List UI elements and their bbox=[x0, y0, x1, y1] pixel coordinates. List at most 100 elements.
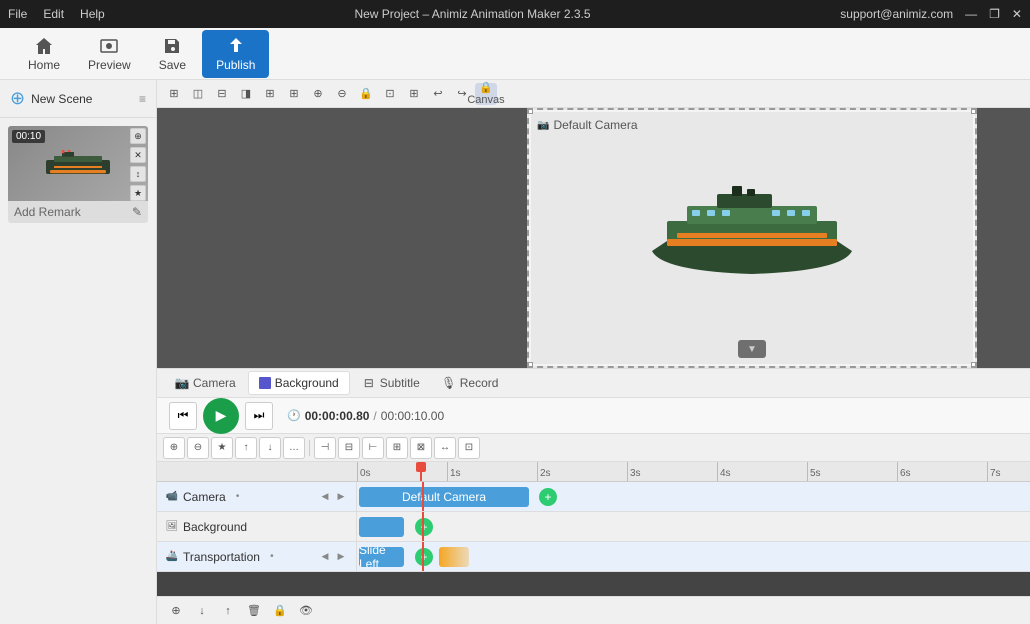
transportation-track-content: Slide Left + bbox=[357, 542, 1030, 571]
scene-controls: ⊕ ✕ ↕ ★ bbox=[130, 128, 146, 201]
footer-eye-btn[interactable]: 👁 bbox=[295, 600, 317, 622]
transport-track-menu[interactable]: • bbox=[264, 549, 280, 565]
transport-motion-clip[interactable] bbox=[439, 547, 469, 567]
icon-toolbar: ⊞ ◫ ⊟ ◨ ⊞ ⊞ ⊕ ⊖ 🔒 ⊡ ⊞ ↩ ↪ 🔒 Canvas bbox=[157, 80, 1030, 108]
prev-frame-btn[interactable]: ⏮ bbox=[169, 402, 197, 430]
new-scene-label: New Scene bbox=[31, 92, 92, 106]
footer-down-btn[interactable]: ↓ bbox=[191, 600, 213, 622]
tl-group-btn[interactable]: ⊡ bbox=[458, 437, 480, 459]
align-center-btn[interactable]: ⊟ bbox=[211, 83, 233, 105]
tl-star-btn[interactable]: ★ bbox=[211, 437, 233, 459]
scene-settings-btn[interactable]: ★ bbox=[130, 185, 146, 201]
tl-dist-v-btn[interactable]: ⊠ bbox=[410, 437, 432, 459]
tl-more-btn[interactable]: … bbox=[283, 437, 305, 459]
slide-left-clip[interactable]: Slide Left bbox=[359, 547, 404, 567]
tl-align-center-btn[interactable]: ⊟ bbox=[338, 437, 360, 459]
tab-background[interactable]: Background bbox=[248, 371, 350, 395]
ruler-1s: 1s bbox=[447, 462, 537, 481]
preview-button[interactable]: Preview bbox=[76, 32, 143, 76]
home-button[interactable]: Home bbox=[16, 32, 72, 76]
tl-up-btn[interactable]: ↑ bbox=[235, 437, 257, 459]
scene-delete-btn[interactable]: ✕ bbox=[130, 147, 146, 163]
scene-move-btn[interactable]: ↕ bbox=[130, 166, 146, 182]
restore-btn[interactable]: ❐ bbox=[989, 7, 1000, 21]
background-add-keyframe[interactable]: + bbox=[415, 518, 433, 536]
tab-camera[interactable]: 📷 Camera bbox=[165, 372, 246, 394]
scene-copy-btn[interactable]: ⊕ bbox=[130, 128, 146, 144]
track-row-transportation: 🚢 Transportation • ◀ ▶ Slide Left + bbox=[157, 542, 1030, 572]
edit-remark-icon[interactable]: ✎ bbox=[132, 205, 142, 219]
scroll-down-btn[interactable]: ▼ bbox=[738, 340, 766, 358]
tab-subtitle[interactable]: ⊟ Subtitle bbox=[352, 372, 430, 394]
menu-file[interactable]: File bbox=[8, 7, 27, 21]
main-content: ⊕ New Scene ≡ 00:10 ⊕ ✕ bbox=[0, 80, 1030, 624]
camera-track-content: Default Camera + bbox=[357, 482, 1030, 511]
tl-move-btn[interactable]: ↔ bbox=[434, 437, 456, 459]
lock-btn[interactable]: 🔒 bbox=[355, 83, 377, 105]
track-row-background: 🖼 Background + bbox=[157, 512, 1030, 542]
distribute-h-btn[interactable]: ⊞ bbox=[259, 83, 281, 105]
tl-align-left-btn[interactable]: ⊣ bbox=[314, 437, 336, 459]
footer-add-btn[interactable]: ⊕ bbox=[165, 600, 187, 622]
camera-add-keyframe[interactable]: + bbox=[539, 488, 557, 506]
menu-bar[interactable]: File Edit Help bbox=[8, 7, 105, 21]
ship-element[interactable] bbox=[642, 186, 862, 289]
track-label-background: 🖼 Background bbox=[157, 512, 357, 541]
track-row-camera: 📹 Camera • ◀ ▶ Default Camera + bbox=[157, 482, 1030, 512]
time-display: 🕐 00:00:00.80 / 00:00:10.00 bbox=[279, 409, 452, 423]
close-btn[interactable]: ✕ bbox=[1012, 7, 1022, 21]
background-track-name: Background bbox=[183, 520, 247, 534]
transport-track-left[interactable]: ◀ bbox=[318, 550, 332, 564]
publish-button[interactable]: Publish bbox=[202, 30, 269, 78]
ruler-6s: 6s bbox=[897, 462, 987, 481]
camera-clip[interactable]: Default Camera bbox=[359, 487, 529, 507]
tl-add-btn[interactable]: ⊕ bbox=[163, 437, 185, 459]
footer-lock-btn[interactable]: 🔒 bbox=[269, 600, 291, 622]
crop-btn[interactable]: ⊡ bbox=[379, 83, 401, 105]
camera-track-up[interactable]: ◀ bbox=[318, 490, 332, 504]
total-time: 00:00:10.00 bbox=[381, 409, 444, 423]
add-remark-area[interactable]: Add Remark ✎ bbox=[8, 201, 148, 223]
ruler-4s: 4s bbox=[717, 462, 807, 481]
tl-remove-btn[interactable]: ⊖ bbox=[187, 437, 209, 459]
tab-record[interactable]: 🎙 Record bbox=[432, 372, 509, 394]
menu-help[interactable]: Help bbox=[80, 7, 105, 21]
ruler-5s: 5s bbox=[807, 462, 897, 481]
save-button[interactable]: Save bbox=[147, 32, 198, 76]
align-right-btn[interactable]: ◨ bbox=[235, 83, 257, 105]
play-button[interactable]: ▶ bbox=[203, 398, 239, 434]
align-left-btn[interactable]: ◫ bbox=[187, 83, 209, 105]
duplicate-btn[interactable]: ⊞ bbox=[403, 83, 425, 105]
menu-edit[interactable]: Edit bbox=[43, 7, 64, 21]
camera-icon: 📷 bbox=[175, 376, 189, 390]
transportation-track-name: Transportation bbox=[183, 550, 260, 564]
transport-add-keyframe[interactable]: + bbox=[415, 548, 433, 566]
next-frame-btn[interactable]: ⏭ bbox=[245, 402, 273, 430]
transport-track-arrows: ◀ ▶ bbox=[318, 550, 348, 564]
minimize-btn[interactable]: — bbox=[965, 7, 977, 21]
zoom-out-btn[interactable]: ⊖ bbox=[331, 83, 353, 105]
canvas-container: 📷 Default Camera bbox=[157, 108, 1030, 368]
canvas-lock-btn[interactable]: 🔒 Canvas bbox=[475, 83, 497, 105]
tl-dist-h-btn[interactable]: ⊞ bbox=[386, 437, 408, 459]
tl-down-btn[interactable]: ↓ bbox=[259, 437, 281, 459]
transport-track-right[interactable]: ▶ bbox=[334, 550, 348, 564]
window-controls[interactable]: support@animiz.com — ❐ ✕ bbox=[840, 7, 1022, 21]
undo-btn[interactable]: ↩ bbox=[427, 83, 449, 105]
email-display: support@animiz.com bbox=[840, 7, 953, 21]
titlebar: File Edit Help New Project – Animiz Anim… bbox=[0, 0, 1030, 28]
background-clip[interactable] bbox=[359, 517, 404, 537]
footer-up-btn[interactable]: ↑ bbox=[217, 600, 239, 622]
footer-delete-btn[interactable]: 🗑 bbox=[243, 600, 265, 622]
zoom-in-btn[interactable]: ⊕ bbox=[307, 83, 329, 105]
new-scene-button[interactable]: ⊕ New Scene ≡ bbox=[0, 80, 156, 118]
camera-track-menu[interactable]: • bbox=[230, 489, 246, 505]
tabs-bar: 📷 Camera Background ⊟ Subtitle 🎙 Record bbox=[157, 368, 1030, 398]
tl-align-right-btn[interactable]: ⊢ bbox=[362, 437, 384, 459]
camera-track-arrows: ◀ ▶ bbox=[318, 490, 348, 504]
zoom-fit-btn[interactable]: ⊞ bbox=[163, 83, 185, 105]
canvas-frame[interactable]: 📷 Default Camera bbox=[527, 108, 977, 368]
distribute-v-btn[interactable]: ⊞ bbox=[283, 83, 305, 105]
camera-track-down[interactable]: ▶ bbox=[334, 490, 348, 504]
scene-thumbnail[interactable]: 00:10 ⊕ ✕ ↕ ★ Ad bbox=[8, 126, 148, 223]
